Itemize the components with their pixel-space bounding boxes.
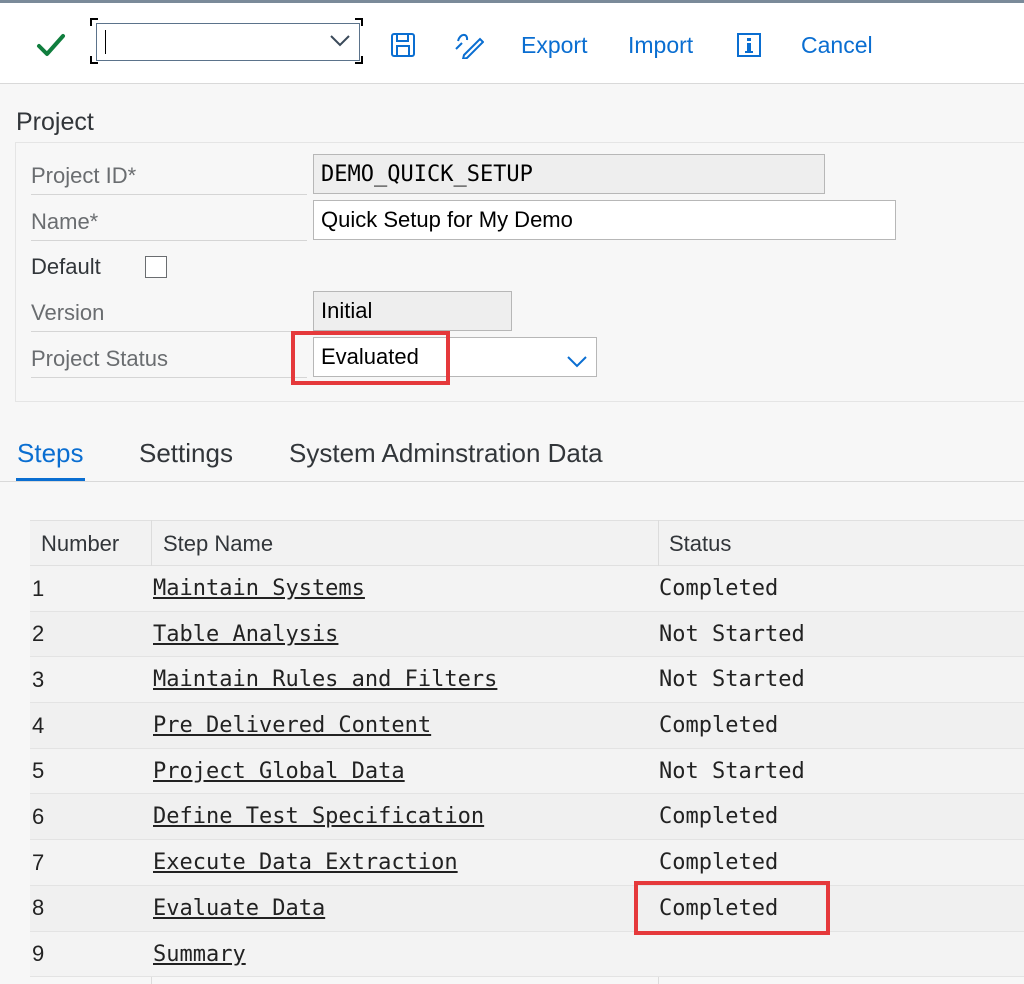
step-link[interactable]: Maintain Systems: [153, 566, 365, 611]
row-number: 5: [32, 758, 45, 784]
divider: [31, 194, 307, 195]
divider: [31, 240, 307, 241]
version-label: Version: [31, 300, 105, 325]
step-status: Not Started: [659, 758, 805, 784]
step-link[interactable]: Evaluate Data: [153, 886, 325, 931]
project-status-label: Project Status: [31, 346, 168, 371]
tab-system-administration-data[interactable]: System Adminstration Data: [289, 438, 603, 469]
step-link[interactable]: Table Analysis: [153, 612, 338, 657]
default-checkbox[interactable]: [145, 256, 167, 278]
step-link[interactable]: Summary: [153, 932, 246, 977]
column-header-number[interactable]: Number: [41, 521, 119, 567]
focus-bracket: [355, 18, 363, 26]
project-id-field: DEMO_QUICK_SETUP: [313, 154, 825, 194]
project-id-label: Project ID*: [31, 163, 137, 188]
divider: [31, 377, 307, 378]
step-status: Completed: [659, 850, 779, 876]
row-number: 3: [32, 666, 45, 692]
save-icon[interactable]: [390, 3, 416, 87]
edit-icon[interactable]: [454, 3, 484, 87]
table-row[interactable]: 1 Maintain Systems Completed: [30, 566, 1024, 612]
import-button[interactable]: Import: [628, 3, 693, 87]
table-row[interactable]: 8 Evaluate Data Completed: [30, 885, 1024, 932]
default-label: Default: [31, 254, 101, 279]
row-number: 9: [32, 941, 45, 966]
row-number: 8: [32, 895, 45, 921]
highlight-box-evaluate-status: [634, 881, 830, 935]
step-status: Not Started: [659, 621, 805, 647]
row-number: 6: [32, 803, 45, 829]
divider: [31, 331, 307, 332]
table-row[interactable]: 4 Pre Delivered Content Completed: [30, 703, 1024, 749]
step-link[interactable]: Maintain Rules and Filters: [153, 657, 497, 702]
table-row[interactable]: 3 Maintain Rules and Filters Not Started: [30, 657, 1024, 704]
step-link[interactable]: Pre Delivered Content: [153, 703, 431, 748]
cancel-button[interactable]: Cancel: [801, 3, 873, 87]
section-title-project: Project: [16, 108, 94, 136]
chevron-down-icon[interactable]: [329, 33, 351, 54]
step-status: Completed: [659, 804, 779, 830]
version-field: Initial: [313, 291, 512, 331]
step-status: Not Started: [659, 667, 805, 693]
name-field[interactable]: Quick Setup for My Demo: [313, 200, 896, 240]
column-header-step-name[interactable]: Step Name: [163, 521, 273, 567]
row-number: 1: [32, 575, 45, 601]
table-row[interactable]: 2 Table Analysis Not Started: [30, 611, 1024, 658]
row-number: 2: [32, 621, 45, 647]
table-row[interactable]: 5 Project Global Data Not Started: [30, 748, 1024, 795]
column-header-status[interactable]: Status: [669, 521, 731, 567]
table-header: Number Step Name Status: [30, 520, 1024, 566]
table-row[interactable]: 6 Define Test Specification Completed: [30, 794, 1024, 841]
export-button[interactable]: Export: [521, 3, 587, 87]
table-row[interactable]: 9 Summary: [30, 931, 1024, 978]
info-icon[interactable]: [736, 3, 762, 87]
command-field[interactable]: [96, 23, 360, 61]
focus-bracket: [90, 56, 98, 64]
row-number: 4: [32, 712, 45, 738]
tab-steps[interactable]: Steps: [17, 438, 84, 469]
text-caret: [105, 30, 106, 54]
tab-settings[interactable]: Settings: [139, 438, 233, 469]
step-link[interactable]: Project Global Data: [153, 749, 405, 794]
toolbar: Export Import Cancel: [0, 0, 1024, 84]
table-body: 1 Maintain Systems Completed 2 Table Ana…: [30, 566, 1024, 978]
focus-bracket: [90, 18, 98, 26]
name-label: Name*: [31, 209, 99, 234]
highlight-box-project-status: [291, 331, 450, 385]
step-status: Completed: [659, 576, 779, 601]
focus-bracket: [355, 56, 363, 64]
table-row[interactable]: 7 Execute Data Extraction Completed: [30, 840, 1024, 886]
command-input[interactable]: [103, 28, 323, 56]
step-link[interactable]: Execute Data Extraction: [153, 840, 458, 885]
chevron-down-icon[interactable]: [566, 350, 588, 376]
step-status: Completed: [659, 713, 779, 739]
row-number: 7: [32, 849, 45, 875]
checkmark-icon[interactable]: [36, 3, 66, 87]
step-link[interactable]: Define Test Specification: [153, 794, 484, 839]
